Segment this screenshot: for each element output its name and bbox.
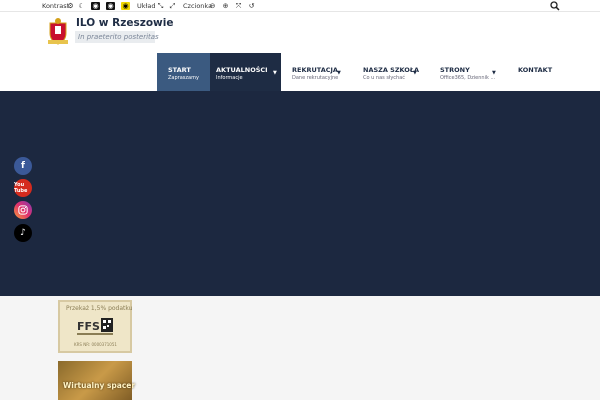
nav-label: STRONY [440, 66, 470, 74]
contrast-black-yellow-icon[interactable]: ◉ [106, 2, 115, 10]
youtube-icon[interactable]: You Tube [14, 179, 32, 197]
virtual-tour-title: Wirtualny spacer [63, 381, 136, 390]
tax-banner-krs: KRS NR: 0000371051 [74, 342, 117, 347]
contrast-yellow-icon[interactable]: ◉ [121, 2, 130, 10]
font-bigger-icon[interactable]: ⊕ [221, 2, 230, 10]
nav-label: REKRUTACJA [292, 66, 338, 74]
chevron-down-icon: ▼ [273, 70, 277, 76]
tax-donation-banner[interactable]: Przekaż 1,5% podatku FFS KRS NR: 0000371… [58, 300, 132, 353]
chevron-down-icon: ▼ [337, 70, 341, 76]
contrast-high-icon[interactable]: ◉ [91, 2, 100, 10]
chevron-down-icon: ▼ [413, 70, 417, 76]
nav-item-start[interactable]: START Zapraszamy [157, 53, 210, 91]
nav-item-strony[interactable]: STRONY Office365, Dziennik ... ▼ [425, 53, 497, 91]
contrast-default-icon[interactable]: ⚙ [66, 2, 75, 10]
nav-item-nasza-szkola[interactable]: NASZA SZKOŁA Co u nas słychać ▼ [353, 53, 425, 91]
virtual-tour-banner[interactable]: Wirtualny spacer [58, 361, 136, 400]
chevron-down-icon: ▼ [492, 70, 496, 76]
font-reset-icon[interactable]: ⤧ [234, 2, 243, 10]
nav-label: AKTUALNOŚCI [216, 66, 268, 74]
font-smaller-icon[interactable]: ⊖ [208, 2, 217, 10]
hero-slider [0, 91, 600, 296]
layout-label: Układ [137, 2, 156, 10]
night-mode-icon[interactable]: ☾ [77, 2, 86, 10]
search-icon[interactable] [550, 1, 560, 11]
tiktok-icon[interactable]: ♪ [14, 224, 32, 242]
nav-label: START [168, 66, 191, 74]
instagram-icon[interactable] [14, 201, 32, 219]
school-crest-logo[interactable] [47, 17, 69, 45]
nav-item-kontakt[interactable]: KONTAKT [507, 53, 557, 91]
svg-text:FFS: FFS [77, 320, 100, 333]
nav-sub: Dane rekrutacyjne [292, 75, 339, 81]
layout-narrow-icon[interactable]: ⤡ [156, 2, 165, 10]
nav-sub: Office365, Dziennik ... [440, 75, 496, 81]
tax-banner-title: Przekaż 1,5% podatku [66, 305, 133, 312]
nav-item-rekrutacja[interactable]: REKRUTACJA Dane rekrutacyjne ▼ [281, 53, 353, 91]
accessibility-toolbar: Kontrast ⚙ ☾ ◉ ◉ ◉ Układ ⤡ ⤢ Czcionka ⊖ … [0, 0, 600, 12]
nav-sub: Zapraszamy [168, 75, 199, 81]
motto: In praeterito posteritas [78, 33, 159, 41]
nav-sub: Informacje [216, 75, 243, 81]
site-title[interactable]: ILO w Rzeszowie [76, 17, 173, 29]
nav-label: KONTAKT [518, 66, 553, 74]
facebook-icon[interactable]: f [14, 157, 32, 175]
foundation-logo: FFS [77, 318, 113, 335]
nav-sub: Co u nas słychać [363, 75, 406, 81]
layout-wide-icon[interactable]: ⤢ [168, 2, 177, 10]
reset-icon[interactable]: ↺ [247, 2, 256, 10]
nav-item-aktualnosci[interactable]: AKTUALNOŚCI Informacje ▼ [210, 53, 281, 91]
nav-label: NASZA SZKOŁA [363, 66, 420, 74]
